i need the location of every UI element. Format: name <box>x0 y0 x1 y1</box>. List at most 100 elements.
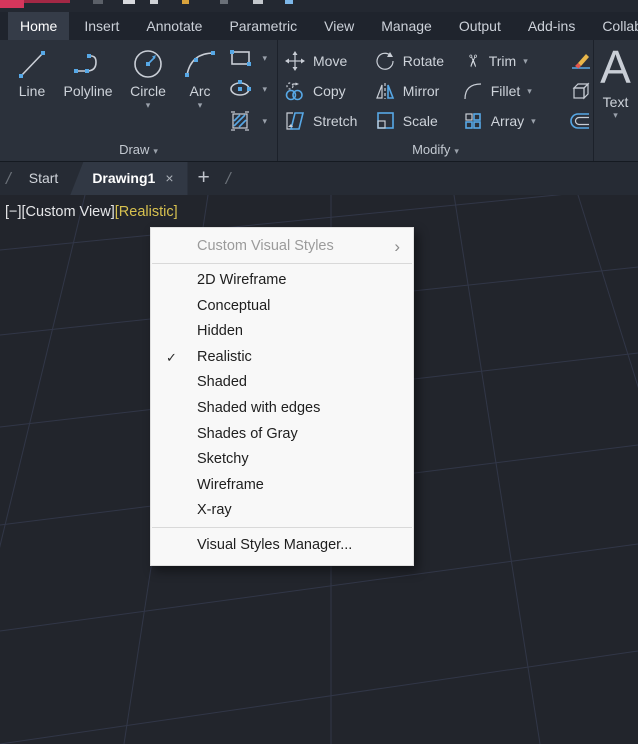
ribbon-tab-collab[interactable]: Collab <box>590 12 638 40</box>
circle-button[interactable]: Circle ▾ <box>120 40 176 138</box>
line-icon <box>19 51 45 78</box>
menu-item-visual-styles-manager[interactable]: Visual Styles Manager... <box>151 532 413 558</box>
viewport-minimize-control[interactable]: [−] <box>5 204 22 220</box>
text-tool-icon: A <box>600 41 631 93</box>
new-tab-button[interactable]: + <box>188 162 220 195</box>
menu-item-shaded[interactable]: Shaded <box>151 370 413 396</box>
mirror-icon <box>375 83 394 99</box>
fillet-icon <box>464 83 481 100</box>
fillet-dropdown-arrow[interactable]: ▾ <box>527 86 532 97</box>
erase-button[interactable] <box>569 46 593 76</box>
move-icon <box>285 51 305 71</box>
menu-item-hidden[interactable]: Hidden <box>151 319 413 345</box>
hatch-dropdown-arrow[interactable]: ▾ <box>262 116 267 127</box>
menu-item-shades-of-gray[interactable]: Shades of Gray <box>151 422 413 448</box>
ribbon-tab-parametric[interactable]: Parametric <box>217 12 309 40</box>
array-dropdown-arrow[interactable]: ▾ <box>531 116 536 127</box>
explode-cube-icon <box>572 82 590 100</box>
modify-panel-expand-arrow[interactable]: ▾ <box>454 146 459 156</box>
menu-item-list: 2D Wireframe Conceptual Hidden ✓ Realistic Sh… <box>151 268 413 524</box>
menu-item-shaded-with-edges[interactable]: Shaded with edges <box>151 396 413 422</box>
close-tab-icon[interactable]: × <box>165 162 173 195</box>
qat-icon-sliver <box>220 0 228 4</box>
menu-item-realistic[interactable]: ✓ Realistic <box>151 345 413 371</box>
draw-panel: Line Polyline Circle ▾ Arc ▾ ▾ ▾ ▾ <box>0 40 278 138</box>
checkmark-icon: ✓ <box>166 349 177 365</box>
rectangle-icon <box>230 50 252 66</box>
trim-scissors-icon: ✂ <box>462 53 482 69</box>
offset-button[interactable] <box>569 106 593 136</box>
move-button[interactable]: Move <box>284 46 374 76</box>
polyline-button[interactable]: Polyline <box>56 40 120 138</box>
ribbon-tab-add-ins[interactable]: Add-ins <box>516 12 587 40</box>
fillet-label: Fillet <box>490 83 521 99</box>
rectangle-dropdown-arrow[interactable]: ▾ <box>262 53 267 64</box>
mirror-button[interactable]: Mirror <box>374 76 462 106</box>
array-button[interactable]: Array ▾ <box>462 106 559 136</box>
text-button[interactable]: A Text ▾ <box>594 40 637 121</box>
text-label: Text <box>602 94 629 110</box>
autocad-logo-icon-tail <box>24 0 70 3</box>
arc-dropdown-arrow[interactable]: ▾ <box>198 100 203 110</box>
ellipse-button[interactable]: ▾ <box>228 79 267 99</box>
text-dropdown-arrow[interactable]: ▾ <box>613 110 618 121</box>
menu-separator <box>152 526 412 528</box>
ribbon-tab-output[interactable]: Output <box>447 12 513 40</box>
qat-icon-sliver <box>123 0 135 4</box>
text-panel-label-strip <box>594 138 637 161</box>
file-tab-bar: / Start Drawing1 × + / <box>0 162 638 195</box>
ellipse-dropdown-arrow[interactable]: ▾ <box>262 84 267 95</box>
array-icon <box>464 113 481 129</box>
hatch-icon <box>231 111 250 131</box>
stretch-button[interactable]: Stretch <box>284 106 374 136</box>
ribbon-tab-home[interactable]: Home <box>8 12 70 40</box>
menu-item-sketchy[interactable]: Sketchy <box>151 447 413 473</box>
circle-dropdown-arrow[interactable]: ▾ <box>146 100 151 110</box>
menu-item-2d-wireframe[interactable]: 2D Wireframe <box>151 268 413 294</box>
line-label: Line <box>18 83 46 99</box>
scale-label: Scale <box>402 113 438 129</box>
qat-icon-sliver <box>253 0 263 4</box>
modify-panel-label[interactable]: Modify ▾ <box>278 138 594 161</box>
ribbon-tab-manage[interactable]: Manage <box>369 12 444 40</box>
menu-item-custom-visual-styles[interactable]: Custom Visual Styles › <box>151 233 413 260</box>
hatch-button[interactable]: ▾ <box>228 110 267 132</box>
trim-button[interactable]: ✂ Trim ▾ <box>462 46 559 76</box>
copy-button[interactable]: Copy <box>284 76 374 106</box>
rotate-label: Rotate <box>402 53 445 69</box>
rotate-button[interactable]: Rotate <box>374 46 462 76</box>
tab-separator: / <box>6 169 11 188</box>
tab-separator: / <box>225 169 231 188</box>
draw-panel-expand-arrow[interactable]: ▾ <box>153 146 158 156</box>
autocad-logo-icon <box>0 0 24 8</box>
menu-item-conceptual[interactable]: Conceptual <box>151 294 413 320</box>
trim-dropdown-arrow[interactable]: ▾ <box>523 56 528 67</box>
rectangle-button[interactable]: ▾ <box>228 48 267 68</box>
copy-label: Copy <box>313 83 346 99</box>
viewport-view-control[interactable]: [Custom View] <box>22 204 115 220</box>
drawing-viewport[interactable]: [−][Custom View][Realistic] Custom Visua… <box>0 195 638 744</box>
copy-icon <box>285 82 303 101</box>
circle-icon <box>134 50 162 78</box>
ribbon-tab-bar: Home Insert Annotate Parametric View Manage Ou… <box>0 12 638 40</box>
stretch-label: Stretch <box>313 113 358 129</box>
viewport-style-control[interactable]: [Realistic] <box>115 204 178 220</box>
ellipse-icon <box>230 80 252 96</box>
panel-label-strip: Draw ▾ Modify ▾ <box>0 138 638 162</box>
offset-icon <box>570 113 589 129</box>
ribbon-tab-annotate[interactable]: Annotate <box>134 12 214 40</box>
line-button[interactable]: Line <box>8 40 56 138</box>
draw-panel-label[interactable]: Draw ▾ <box>0 138 278 161</box>
fillet-button[interactable]: Fillet ▾ <box>462 76 559 106</box>
scale-button[interactable]: Scale <box>374 106 462 136</box>
explode-button[interactable] <box>569 76 593 106</box>
polyline-label: Polyline <box>63 83 113 99</box>
ribbon-tab-view[interactable]: View <box>312 12 366 40</box>
menu-item-wireframe[interactable]: Wireframe <box>151 473 413 499</box>
arc-button[interactable]: Arc ▾ <box>176 40 224 138</box>
ribbon: Line Polyline Circle ▾ Arc ▾ ▾ ▾ ▾ Move … <box>0 40 638 138</box>
menu-item-x-ray[interactable]: X-ray <box>151 498 413 524</box>
tab-drawing1[interactable]: Drawing1 × <box>70 162 188 195</box>
tab-start[interactable]: Start <box>17 162 71 195</box>
ribbon-tab-insert[interactable]: Insert <box>72 12 131 40</box>
